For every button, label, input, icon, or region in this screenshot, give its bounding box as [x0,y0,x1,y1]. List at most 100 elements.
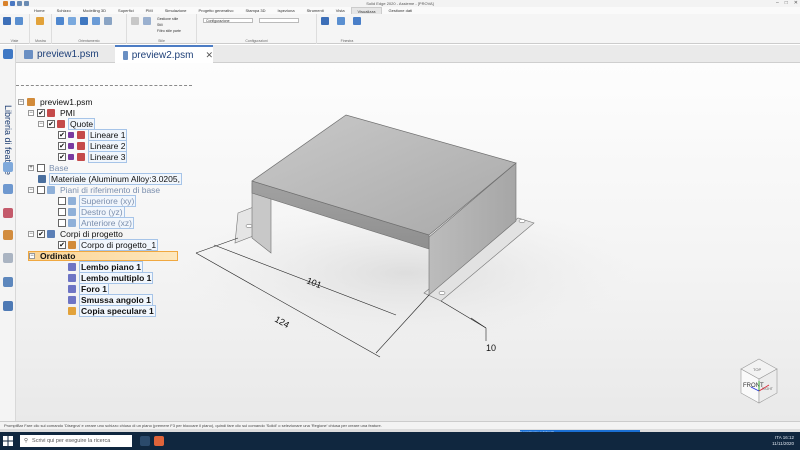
zoom-area-icon[interactable] [80,17,88,25]
styles-label[interactable]: Stili [157,23,163,27]
show-hide-icon[interactable] [36,17,44,25]
tree-feature-5[interactable]: Copia speculare 1 [68,305,156,317]
tab-vista[interactable]: Vista [330,7,351,14]
view-cube[interactable]: FRONT TOP RIGHT [737,357,779,407]
doc-tab-preview2[interactable]: preview2.psm ✕ [115,45,213,63]
tab-progetto-generativo[interactable]: Progetto generativo [193,7,240,14]
tree-feature-4[interactable]: Smussa angolo 1 [68,294,153,306]
style-icon[interactable] [131,17,139,25]
tree-corpi[interactable]: − ✔ Corpi di progetto [28,229,125,239]
tree-dim-3[interactable]: ✔ Lineare 3 [58,151,128,163]
arrange-icon[interactable] [337,17,345,25]
tab-visualizza[interactable]: Visualizza [350,7,383,14]
checkbox[interactable] [58,197,66,205]
system-tray[interactable]: ITA 16:12 11/11/2020 [772,435,794,447]
rotate-icon[interactable] [104,17,112,25]
switch-window-icon[interactable] [353,17,361,25]
tree-dim-1[interactable]: ✔ Lineare 1 [58,129,128,141]
tree-plane-1[interactable]: Superiore (xy) [58,195,137,207]
tree-piani[interactable]: − Piani di riferimento di base [28,185,162,195]
ribbon-group-finestra: Finestra [317,14,377,44]
group-label: Configurazioni [245,39,268,43]
collapse-icon[interactable]: − [28,231,34,237]
fit-icon[interactable] [92,17,100,25]
chamfer-icon [68,296,76,304]
pathfinder-icon[interactable] [3,49,13,59]
collapse-icon[interactable]: − [29,253,35,259]
linear-dimension-icon [77,153,85,161]
collapse-icon[interactable]: − [28,110,34,116]
zoom-icon[interactable] [68,17,76,25]
new-window-icon[interactable] [321,17,329,25]
collapse-icon[interactable]: − [38,121,44,127]
quick-view-icon[interactable] [56,17,64,25]
simulation-icon[interactable] [3,208,13,218]
minimize-icon[interactable]: – [776,0,779,6]
tree-feature-1[interactable]: Lembo piano 1 [68,261,143,273]
tree-quote[interactable]: − ✔ Quote [38,118,96,130]
checkbox[interactable] [58,219,66,227]
collapse-icon[interactable]: − [28,187,34,193]
tree-plane-2[interactable]: Destro (yz) [58,206,125,218]
part-style-filter-label[interactable]: Filtro stile parte [157,29,181,33]
relations-icon[interactable] [3,277,13,287]
close-icon[interactable]: ✕ [794,0,798,6]
tree-plane-3[interactable]: Anteriore (xz) [58,217,135,229]
render-icon[interactable] [143,17,151,25]
tree-feature-2[interactable]: Lembo multiplo 1 [68,272,154,284]
tree-feature-3[interactable]: Foro 1 [68,283,109,295]
taskbar-search[interactable]: ⚲ Scrivi qui per eseguire la ricerca [20,435,132,447]
tab-strumenti[interactable]: Strumenti [301,7,330,14]
tab-pmi[interactable]: PMI [140,7,159,14]
views-icon[interactable] [15,17,23,25]
tree-ordinato[interactable]: − Ordinato [28,251,178,261]
checkbox[interactable]: ✔ [47,120,55,128]
doc-tab-preview1[interactable]: preview1.psm [16,45,114,63]
navigator-icon[interactable] [3,17,11,25]
tree-root[interactable]: − preview1.psm [18,97,94,107]
windows-start-icon[interactable] [3,436,13,446]
layers-icon[interactable] [3,162,13,172]
checkbox[interactable]: ✔ [58,131,66,139]
tab-home[interactable]: Home [28,7,51,14]
style-select[interactable] [259,18,299,23]
configuration-select[interactable]: Configurazione [203,18,253,23]
group-label: Viste [10,39,19,43]
tree-materiale[interactable]: Materiale (Aluminum Alloy:3.0205, [38,173,182,185]
tree-pmi[interactable]: − ✔ PMI [28,108,77,118]
color-icon[interactable] [3,230,13,240]
expand-icon[interactable]: + [28,165,34,171]
checkbox[interactable]: ✔ [37,230,45,238]
tree-dim-2[interactable]: ✔ Lineare 2 [58,140,128,152]
maximize-icon[interactable]: □ [785,0,788,6]
checkbox[interactable]: ✔ [58,142,66,150]
tab-ispeziona[interactable]: Ispeziona [271,7,300,14]
checkbox[interactable] [37,186,45,194]
tree-icon[interactable] [3,301,13,311]
solid-edge-taskbar-icon[interactable] [154,436,164,446]
color-swatch-icon [68,132,74,138]
dim-label-10[interactable]: 10 [486,343,496,353]
language-indicator[interactable]: ITA [775,435,781,440]
checkbox[interactable]: ✔ [58,153,66,161]
task-view-icon[interactable] [140,436,150,446]
plane-icon [68,208,76,216]
cube-icon[interactable] [3,184,13,194]
tree-base[interactable]: + Base [28,163,70,173]
tab-gestione-dati[interactable]: Gestione dati [382,7,418,14]
close-tab-icon[interactable]: ✕ [205,50,213,61]
linear-dimension-icon [77,131,85,139]
tree-corpo1[interactable]: ✔ Corpo di progetto_1 [58,239,159,251]
tool-icon[interactable] [3,253,13,263]
tab-simulazione[interactable]: Simulazione [159,7,193,14]
collapse-icon[interactable]: − [18,99,24,105]
checkbox[interactable] [37,164,45,172]
tab-schizzo[interactable]: Schizzo [51,7,77,14]
style-manager-label[interactable]: Gestione stile [157,17,178,21]
tab-stampa-3d[interactable]: Stampa 3D [239,7,271,14]
tab-modelling-3d[interactable]: Modelling 3D [77,7,112,14]
checkbox[interactable]: ✔ [37,109,45,117]
tab-superfici[interactable]: Superfici [112,7,140,14]
checkbox[interactable] [58,208,66,216]
checkbox[interactable]: ✔ [58,241,66,249]
